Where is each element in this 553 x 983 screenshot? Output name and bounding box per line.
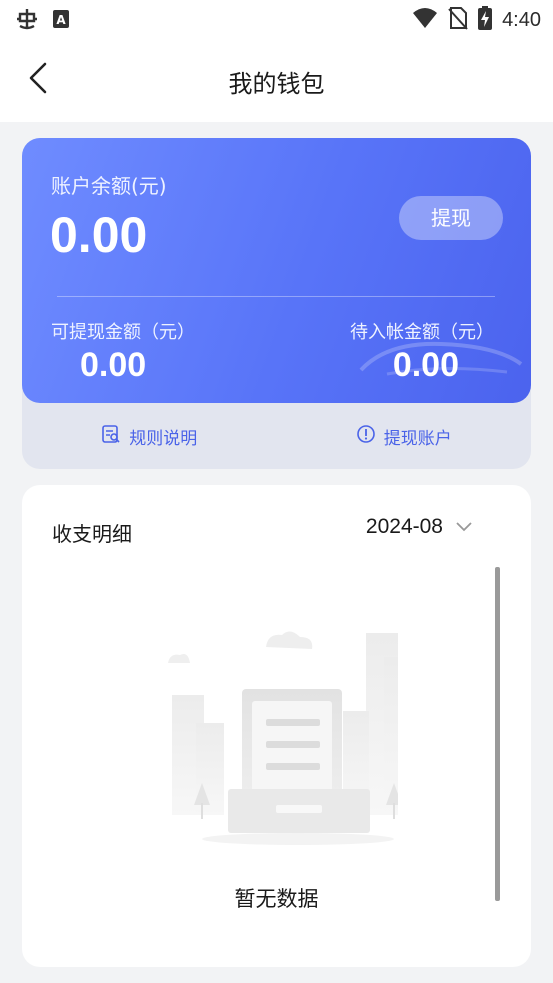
bug-icon xyxy=(14,6,40,36)
selected-month: 2024-08 xyxy=(365,515,443,538)
top-nav-bar: 我的钱包 xyxy=(0,40,553,122)
balance-label: 账户余额(元) xyxy=(51,174,167,198)
rules-document-icon xyxy=(101,424,121,449)
empty-document-illustration xyxy=(148,613,418,857)
text-a-icon: A xyxy=(52,9,70,33)
month-selector[interactable]: 2024-08 xyxy=(366,515,473,539)
chevron-down-icon xyxy=(455,518,473,537)
svg-text:A: A xyxy=(56,13,66,27)
withdraw-button[interactable]: 提现 xyxy=(399,196,503,240)
rules-link-label: 规则说明 xyxy=(129,428,198,449)
balance-value: 0.00 xyxy=(50,207,148,263)
wallet-balance-card: 账户余额(元) 0.00 提现 可提现金额（元） 0.00 待入帐金额（元） 0… xyxy=(22,138,531,403)
divider xyxy=(57,296,495,297)
pending-amount-label: 待入帐金额（元） xyxy=(350,322,494,343)
clock: 4:40 xyxy=(502,8,541,31)
available-amount-value: 0.00 xyxy=(80,346,147,384)
rules-link[interactable]: 规则说明 xyxy=(22,403,277,469)
withdraw-account-link[interactable]: 提现账户 xyxy=(277,403,532,469)
page-title: 我的钱包 xyxy=(228,70,325,98)
wallet-links: 规则说明 提现账户 xyxy=(22,403,531,469)
status-bar: A 4:40 xyxy=(0,0,553,40)
battery-charging-icon xyxy=(478,6,493,34)
transactions-card: 收支明细 2024-08 暂无数据 xyxy=(22,485,531,967)
wifi-icon xyxy=(412,7,438,33)
pending-amount-value: 0.00 xyxy=(392,346,459,384)
scrollbar[interactable] xyxy=(495,567,500,901)
withdraw-account-label: 提现账户 xyxy=(383,428,452,449)
available-amount-label: 可提现金额（元） xyxy=(51,322,195,343)
info-circle-icon xyxy=(356,424,376,449)
transactions-title: 收支明细 xyxy=(52,522,132,546)
no-sim-icon xyxy=(448,6,468,34)
empty-state-text: 暂无数据 xyxy=(234,887,319,911)
wallet-panel: 账户余额(元) 0.00 提现 可提现金额（元） 0.00 待入帐金额（元） 0… xyxy=(22,138,531,469)
